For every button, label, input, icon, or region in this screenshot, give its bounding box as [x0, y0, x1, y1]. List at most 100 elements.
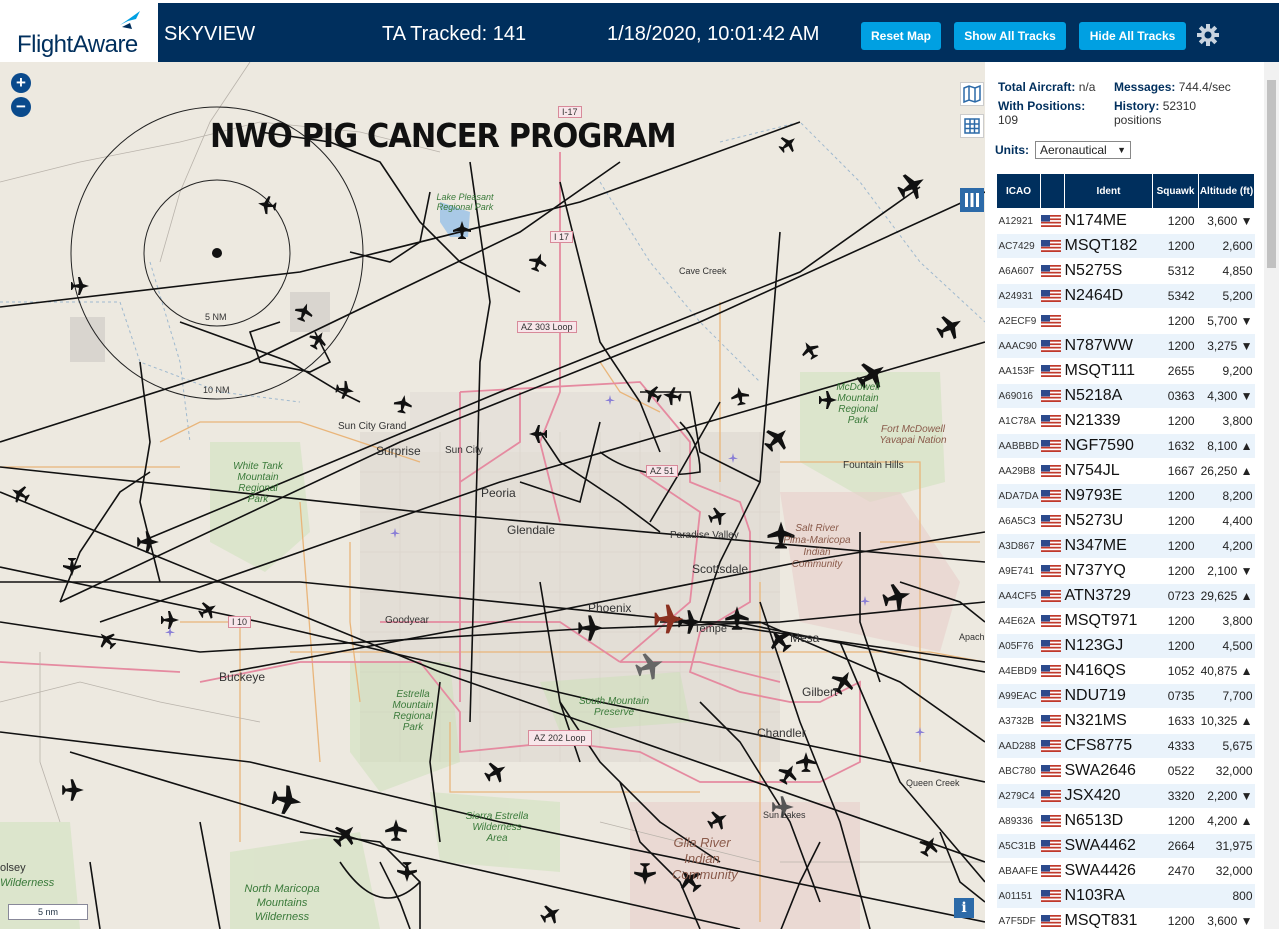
- icao-cell: A279C4: [996, 783, 1041, 809]
- place-label: Sun City Grand: [338, 421, 407, 432]
- sidebar-scrollbar[interactable]: [1264, 62, 1279, 929]
- us-flag-icon: [1040, 715, 1061, 728]
- squawk-cell: 1632: [1152, 433, 1199, 459]
- place-label: Sun City: [445, 445, 483, 456]
- map-layers-icon[interactable]: [960, 82, 984, 106]
- table-row[interactable]: A279C4 JSX420 3320 2,200 ▼: [996, 783, 1255, 809]
- gear-icon[interactable]: [1196, 23, 1220, 47]
- table-row[interactable]: A01151 N103RA 800: [996, 883, 1255, 909]
- table-row[interactable]: A05F76 N123GJ 1200 4,500: [996, 633, 1255, 659]
- table-row[interactable]: AABBBD NGF7590 1632 8,100 ▲: [996, 433, 1255, 459]
- icao-cell: A7F5DF: [996, 908, 1041, 929]
- park-label: Wilderness: [0, 877, 55, 889]
- col-flag[interactable]: [1040, 173, 1065, 209]
- us-flag-icon: [1040, 515, 1061, 528]
- flag-cell: [1040, 308, 1065, 334]
- reset-map-button[interactable]: Reset Map: [861, 22, 941, 50]
- table-row[interactable]: AA153F MSQT111 2655 9,200: [996, 358, 1255, 384]
- table-row[interactable]: ABC780 SWA2646 0522 32,000: [996, 758, 1255, 784]
- col-squawk[interactable]: Squawk: [1152, 173, 1199, 209]
- ident-cell: NGF7590: [1064, 433, 1153, 459]
- ident-cell: N754JL: [1064, 458, 1153, 484]
- table-row[interactable]: A69016 N5218A 0363 4,300 ▼: [996, 383, 1255, 409]
- table-row[interactable]: A24931 N2464D 5342 5,200: [996, 283, 1255, 309]
- icao-cell: A6A607: [996, 258, 1041, 284]
- flag-cell: [1040, 408, 1065, 434]
- us-flag-icon: [1040, 615, 1061, 628]
- icao-cell: A5C31B: [996, 833, 1041, 859]
- col-ident[interactable]: Ident: [1064, 173, 1153, 209]
- flag-cell: [1040, 533, 1065, 559]
- flag-cell: [1040, 258, 1065, 284]
- hide-all-tracks-button[interactable]: Hide All Tracks: [1079, 22, 1186, 50]
- altitude-cell: 2,100 ▼: [1198, 558, 1255, 584]
- ident-cell: N5273U: [1064, 508, 1153, 534]
- grid-icon[interactable]: [960, 114, 984, 138]
- flag-cell: [1040, 658, 1065, 684]
- table-row[interactable]: AA4CF5 ATN3729 0723 29,625 ▲: [996, 583, 1255, 609]
- ident-cell: N347ME: [1064, 533, 1153, 559]
- table-row[interactable]: A3D867 N347ME 1200 4,200: [996, 533, 1255, 559]
- table-row[interactable]: A1C78A N21339 1200 3,800: [996, 408, 1255, 434]
- road-label: I 17: [550, 231, 574, 243]
- table-row[interactable]: A4E62A MSQT971 1200 3,800: [996, 608, 1255, 634]
- table-row[interactable]: A99EAC NDU719 0735 7,700: [996, 683, 1255, 709]
- flag-cell: [1040, 733, 1065, 759]
- us-flag-icon: [1040, 340, 1061, 353]
- flightaware-logo[interactable]: FlightAware: [0, 3, 158, 62]
- zoom-out-button[interactable]: −: [11, 97, 31, 117]
- table-row[interactable]: A4EBD9 N416QS 1052 40,875 ▲: [996, 658, 1255, 684]
- altitude-cell: 3,800: [1198, 408, 1255, 434]
- table-row[interactable]: A6A607 N5275S 5312 4,850: [996, 258, 1255, 284]
- squawk-cell: 1200: [1152, 633, 1199, 659]
- show-all-tracks-button[interactable]: Show All Tracks: [954, 22, 1066, 50]
- ident-cell: N174ME: [1064, 208, 1153, 234]
- zoom-in-button[interactable]: +: [11, 73, 31, 93]
- altitude-cell: 10,325 ▲: [1198, 708, 1255, 734]
- us-flag-icon: [1040, 215, 1061, 228]
- col-icao[interactable]: ICAO: [996, 173, 1041, 209]
- us-flag-icon: [1040, 815, 1061, 828]
- altitude-cell: 40,875 ▲: [1198, 658, 1255, 684]
- table-row[interactable]: A6A5C3 N5273U 1200 4,400: [996, 508, 1255, 534]
- table-row[interactable]: A3732B N321MS 1633 10,325 ▲: [996, 708, 1255, 734]
- table-row[interactable]: AC7429 MSQT182 1200 2,600: [996, 233, 1255, 259]
- scrollbar-thumb[interactable]: [1267, 80, 1276, 268]
- park-label: Estrella Mountain Regional Park: [392, 689, 434, 733]
- units-select[interactable]: Aeronautical ▼: [1035, 141, 1131, 159]
- table-row[interactable]: AA29B8 N754JL 1667 26,250 ▲: [996, 458, 1255, 484]
- table-row[interactable]: A9E741 N737YQ 1200 2,100 ▼: [996, 558, 1255, 584]
- columns-icon[interactable]: [960, 188, 984, 212]
- table-row[interactable]: A89336 N6513D 1200 4,200 ▲: [996, 808, 1255, 834]
- icao-cell: A4EBD9: [996, 658, 1041, 684]
- map-canvas[interactable]: NWO PIG CANCER PROGRAM 5 NM 10 NM Sun Ci…: [0, 62, 985, 929]
- table-row[interactable]: A5C31B SWA4462 2664 31,975: [996, 833, 1255, 859]
- us-flag-icon: [1040, 565, 1061, 578]
- altitude-cell: 31,975: [1198, 833, 1255, 859]
- ident-cell: N123GJ: [1064, 633, 1153, 659]
- range-label-10nm: 10 NM: [203, 385, 230, 395]
- table-row[interactable]: A2ECF9 1200 5,700 ▼: [996, 308, 1255, 334]
- table-row[interactable]: A7F5DF MSQT831 1200 3,600 ▼: [996, 908, 1255, 929]
- table-row[interactable]: A12921 N174ME 1200 3,600 ▼: [996, 208, 1255, 234]
- table-row[interactable]: ABAAFE SWA4426 2470 32,000: [996, 858, 1255, 884]
- table-row[interactable]: AAAC90 N787WW 1200 3,275 ▼: [996, 333, 1255, 359]
- icao-cell: AA4CF5: [996, 583, 1041, 609]
- icao-cell: A12921: [996, 208, 1041, 234]
- park-label: Gila River Indian Community: [672, 835, 738, 882]
- flag-cell: [1040, 708, 1065, 734]
- icao-cell: A2ECF9: [996, 308, 1041, 334]
- us-flag-icon: [1040, 765, 1061, 778]
- altitude-cell: 5,675: [1198, 733, 1255, 759]
- table-row[interactable]: AAD288 CFS8775 4333 5,675: [996, 733, 1255, 759]
- icao-cell: A99EAC: [996, 683, 1041, 709]
- table-row[interactable]: ADA7DA N9793E 1200 8,200: [996, 483, 1255, 509]
- park-label: McDowell Mountain Regional Park: [836, 382, 880, 426]
- altitude-cell: 4,400: [1198, 508, 1255, 534]
- squawk-cell: 1200: [1152, 208, 1199, 234]
- flag-cell: [1040, 483, 1065, 509]
- info-icon[interactable]: i: [954, 898, 974, 918]
- col-altitude[interactable]: Altitude (ft): [1198, 173, 1255, 209]
- ident-cell: N9793E: [1064, 483, 1153, 509]
- place-label: Buckeye: [219, 670, 266, 684]
